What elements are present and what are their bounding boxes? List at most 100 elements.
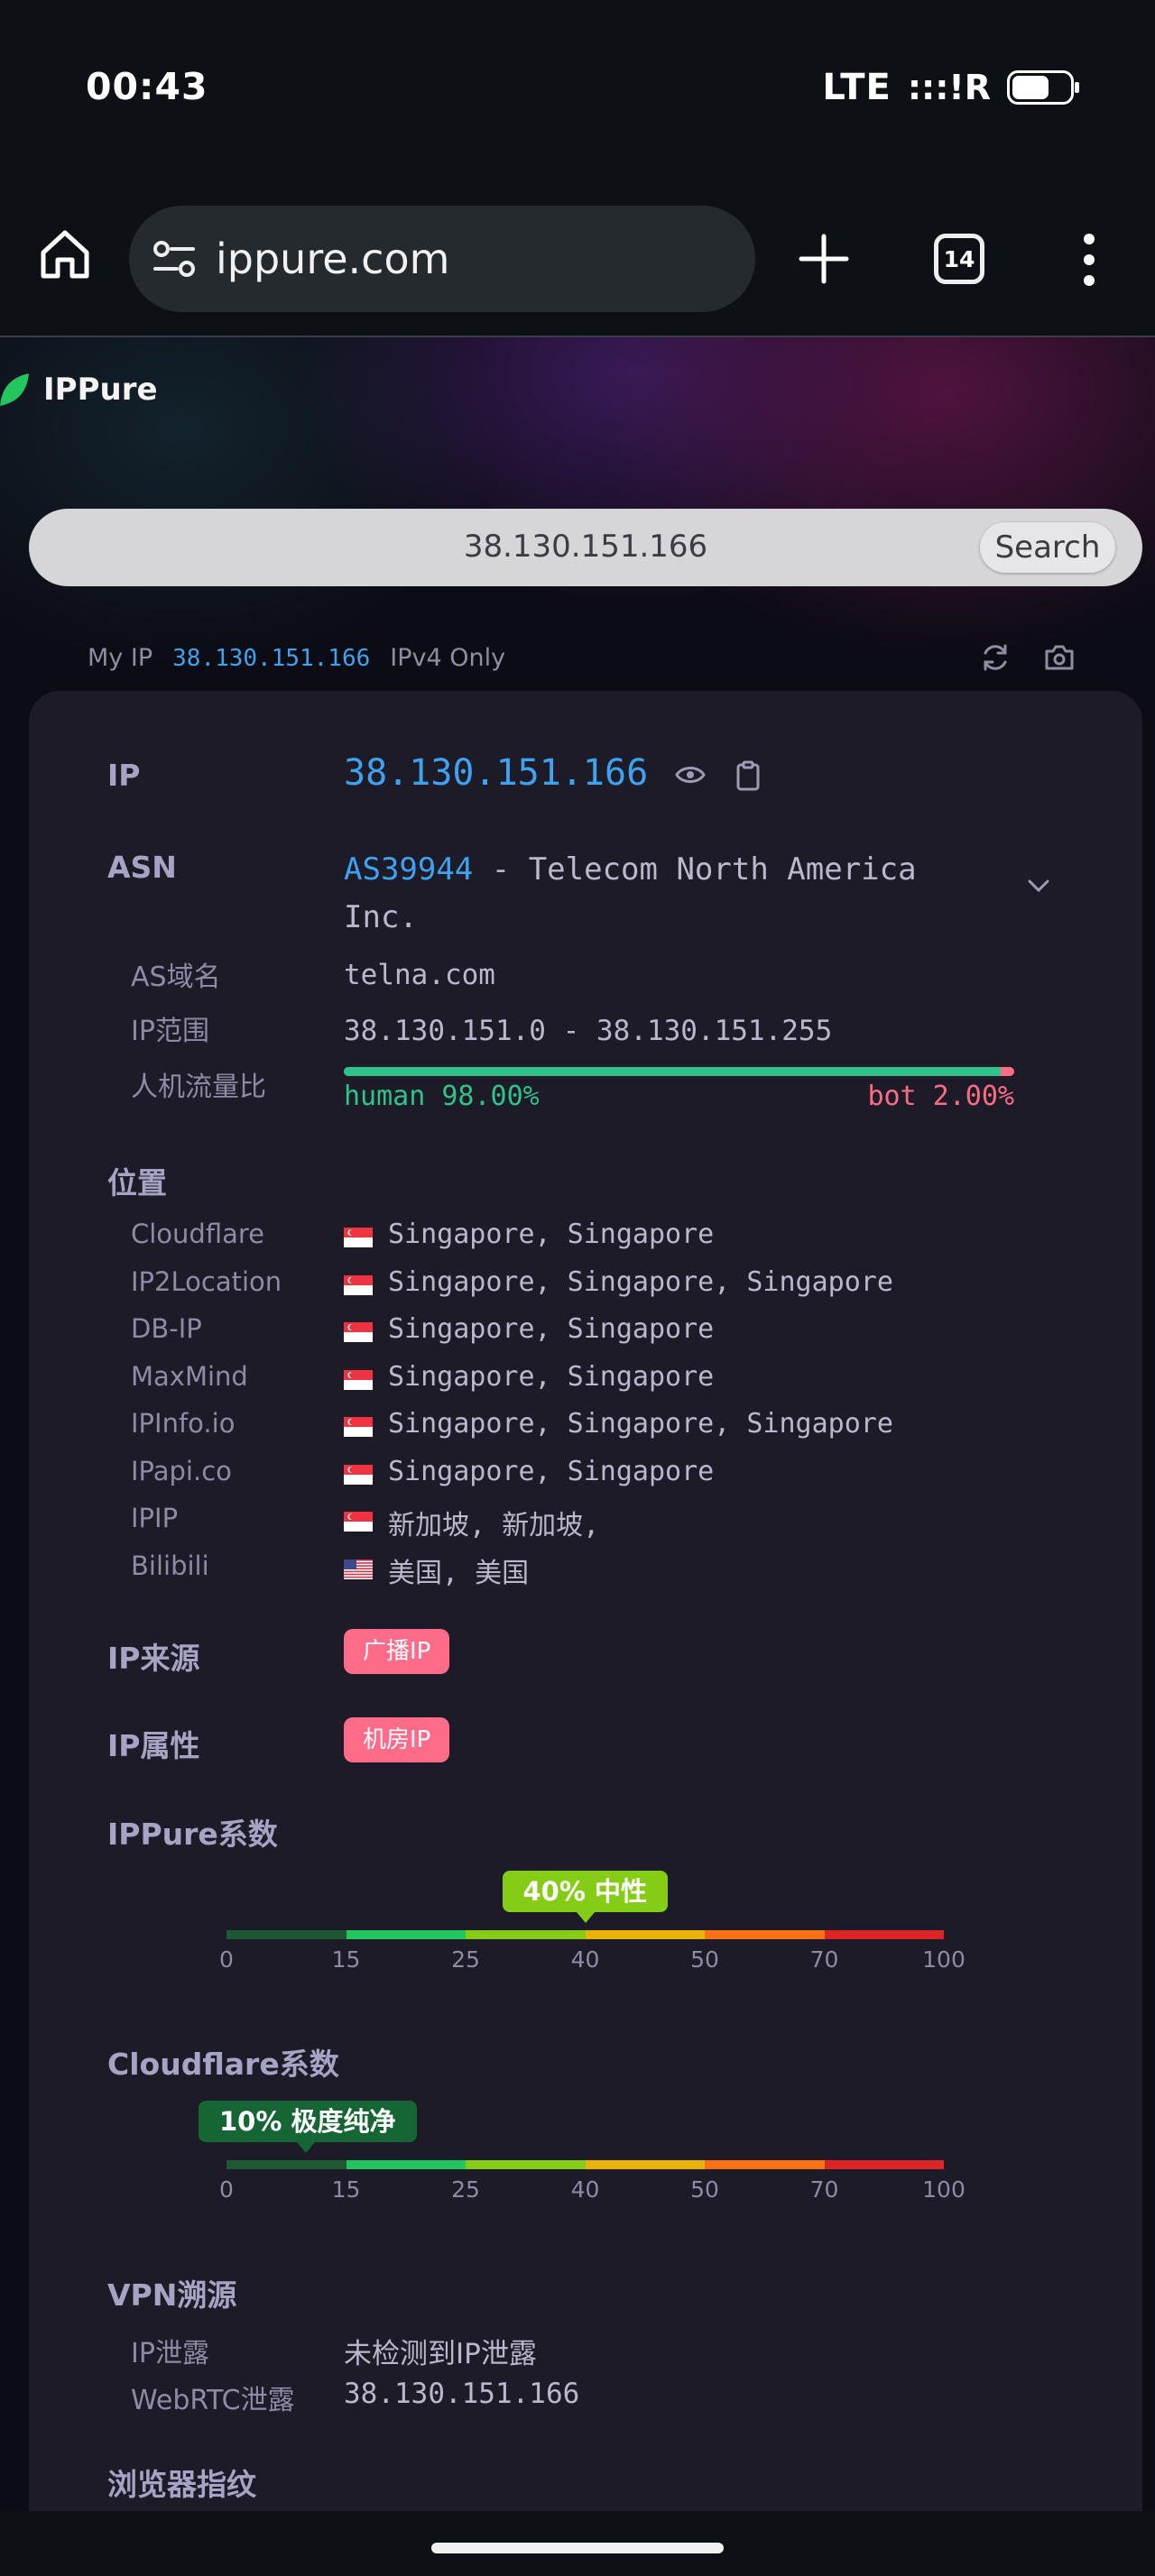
singapore-flag-icon bbox=[344, 1228, 373, 1247]
my-ip-row: My IP 38.130.151.166 IPv4 Only bbox=[88, 644, 505, 672]
refresh-icon[interactable] bbox=[980, 642, 1011, 673]
ip-leak-value: 未检测到IP泄露 bbox=[344, 2338, 537, 2370]
site-logo[interactable]: IPPure bbox=[0, 372, 158, 408]
asn-link[interactable]: AS39944 bbox=[344, 851, 473, 888]
singapore-flag-icon bbox=[344, 1417, 373, 1437]
location-text: Singapore, Singapore bbox=[388, 1360, 715, 1393]
location-row: DB-IP Singapore, Singapore bbox=[131, 1313, 1033, 1349]
as-domain-value: telna.com bbox=[344, 959, 495, 991]
score-badge-pointer bbox=[576, 1912, 595, 1923]
chevron-down-icon[interactable] bbox=[1026, 877, 1051, 895]
location-source: IP2Location bbox=[131, 1265, 282, 1297]
location-text: Singapore, Singapore, Singapore bbox=[388, 1408, 893, 1440]
us-flag-icon bbox=[344, 1559, 373, 1579]
as-domain-label: AS域名 bbox=[131, 961, 221, 993]
ip-search-input[interactable]: 38.130.151.166 Search bbox=[29, 509, 1142, 586]
webrtc-leak-value: 38.130.151.166 bbox=[344, 2378, 580, 2410]
camera-icon[interactable] bbox=[1044, 644, 1075, 671]
gauge-tick-label: 50 bbox=[690, 1946, 719, 1973]
search-button[interactable]: Search bbox=[980, 522, 1115, 573]
location-text: Singapore, Singapore bbox=[388, 1219, 715, 1250]
human-ratio-fill bbox=[344, 1067, 1002, 1076]
network-type: LTE bbox=[822, 67, 892, 108]
traffic-ratio-label: 人机流量比 bbox=[131, 1072, 266, 1103]
location-source: Bilibili bbox=[131, 1550, 209, 1581]
status-bar: 00:43 LTE :::!R bbox=[0, 0, 1155, 180]
gauge-segment bbox=[705, 1930, 825, 1939]
score-badge-label: 40% 中性 bbox=[522, 1876, 648, 1907]
asn-value: AS39944 - Telecom North America Inc. bbox=[344, 846, 957, 942]
location-row: IPIP 新加坡, 新加坡, bbox=[131, 1503, 1033, 1541]
ip-label: IP bbox=[107, 758, 141, 793]
ip-attr-tag: 机房IP bbox=[344, 1717, 450, 1762]
gauge-segment bbox=[466, 2160, 586, 2169]
home-icon[interactable] bbox=[36, 225, 94, 283]
location-text: 新加坡, 新加坡, bbox=[388, 1510, 600, 1541]
location-source: DB-IP bbox=[131, 1313, 202, 1344]
location-source: Cloudflare bbox=[131, 1219, 265, 1249]
new-tab-icon[interactable] bbox=[798, 233, 850, 285]
tab-switcher-button[interactable]: 14 bbox=[934, 234, 984, 284]
singapore-flag-icon bbox=[344, 1369, 373, 1390]
gauge-bar bbox=[226, 2160, 944, 2169]
ippure-score-label: IPPure系数 bbox=[107, 1817, 278, 1852]
location-row: IPapi.co Singapore, Singapore bbox=[131, 1456, 1033, 1492]
webrtc-leak-label: WebRTC泄露 bbox=[131, 2385, 295, 2416]
ip-mode: IPv4 Only bbox=[390, 644, 506, 672]
more-menu-icon[interactable] bbox=[1083, 233, 1095, 287]
eye-icon[interactable] bbox=[675, 763, 706, 787]
gauge-segment bbox=[226, 1930, 346, 1939]
gauge-segment bbox=[226, 2160, 346, 2169]
status-time: 00:43 bbox=[86, 65, 208, 108]
home-indicator[interactable] bbox=[431, 2543, 724, 2553]
ip-source-tag: 广播IP bbox=[344, 1629, 450, 1674]
search-value[interactable]: 38.130.151.166 bbox=[29, 529, 1142, 565]
bot-ratio-label: bot 2.00% bbox=[867, 1081, 1014, 1112]
gauge-segment bbox=[466, 1930, 586, 1939]
gauge-tick-label: 0 bbox=[219, 1946, 234, 1973]
ip-leak-label: IP泄露 bbox=[131, 2338, 209, 2369]
gauge-bar bbox=[226, 1930, 944, 1939]
location-source: IPIP bbox=[131, 1503, 179, 1533]
location-text: Singapore, Singapore bbox=[388, 1313, 715, 1345]
ip-attr-label: IP属性 bbox=[107, 1728, 200, 1763]
location-source: MaxMind bbox=[131, 1360, 248, 1392]
location-row: Bilibili 美国, 美国 bbox=[131, 1550, 1033, 1589]
vpn-trace-label: VPN溯源 bbox=[107, 2277, 237, 2313]
gauge-tick-label: 15 bbox=[331, 2176, 361, 2203]
location-source: IPInfo.io bbox=[131, 1408, 236, 1439]
score-badge-pointer bbox=[297, 2142, 316, 2153]
location-source: IPapi.co bbox=[131, 1455, 232, 1486]
gauge-segment bbox=[824, 2160, 944, 2169]
site-settings-icon[interactable] bbox=[152, 238, 197, 280]
gauge-tick-label: 40 bbox=[570, 2176, 600, 2203]
location-row: Cloudflare Singapore, Singapore bbox=[131, 1219, 1033, 1255]
location-row: IPInfo.io Singapore, Singapore, Singapore bbox=[131, 1408, 1033, 1444]
gauge-tick-label: 70 bbox=[809, 2176, 839, 2203]
gauge-tick-label: 25 bbox=[451, 1946, 480, 1973]
cloudflare-score-label: Cloudflare系数 bbox=[107, 2047, 339, 2082]
gauge-tick-label: 50 bbox=[690, 2176, 719, 2203]
gauge-tick-label: 25 bbox=[451, 2176, 480, 2203]
signal-icon: :::!R bbox=[907, 68, 991, 107]
location-row: IP2Location Singapore, Singapore, Singapo… bbox=[131, 1266, 1033, 1302]
ip-source-label: IP来源 bbox=[107, 1641, 200, 1676]
location-row: MaxMind Singapore, Singapore bbox=[131, 1361, 1033, 1397]
clipboard-icon[interactable] bbox=[735, 760, 762, 791]
gauge-tick-label: 100 bbox=[922, 2176, 966, 2203]
gauge-segment bbox=[585, 1930, 705, 1939]
human-ratio-label: human 98.00% bbox=[344, 1081, 540, 1112]
location-text: Singapore, Singapore bbox=[388, 1455, 715, 1487]
score-badge: 40% 中性 bbox=[502, 1871, 669, 1923]
singapore-flag-icon bbox=[344, 1464, 373, 1485]
gauge-tick-label: 100 bbox=[922, 1946, 966, 1973]
url-text[interactable]: ippure.com bbox=[216, 235, 449, 283]
my-ip-value[interactable]: 38.130.151.166 bbox=[172, 645, 370, 672]
asn-label: ASN bbox=[107, 850, 177, 885]
logo-text: IPPure bbox=[43, 372, 158, 408]
address-bar[interactable]: ippure.com bbox=[129, 206, 755, 312]
gauge-tick-label: 70 bbox=[809, 1946, 839, 1973]
location-text: 美国, 美国 bbox=[388, 1557, 530, 1589]
location-text: Singapore, Singapore, Singapore bbox=[388, 1265, 893, 1298]
gauge-segment bbox=[705, 2160, 825, 2169]
